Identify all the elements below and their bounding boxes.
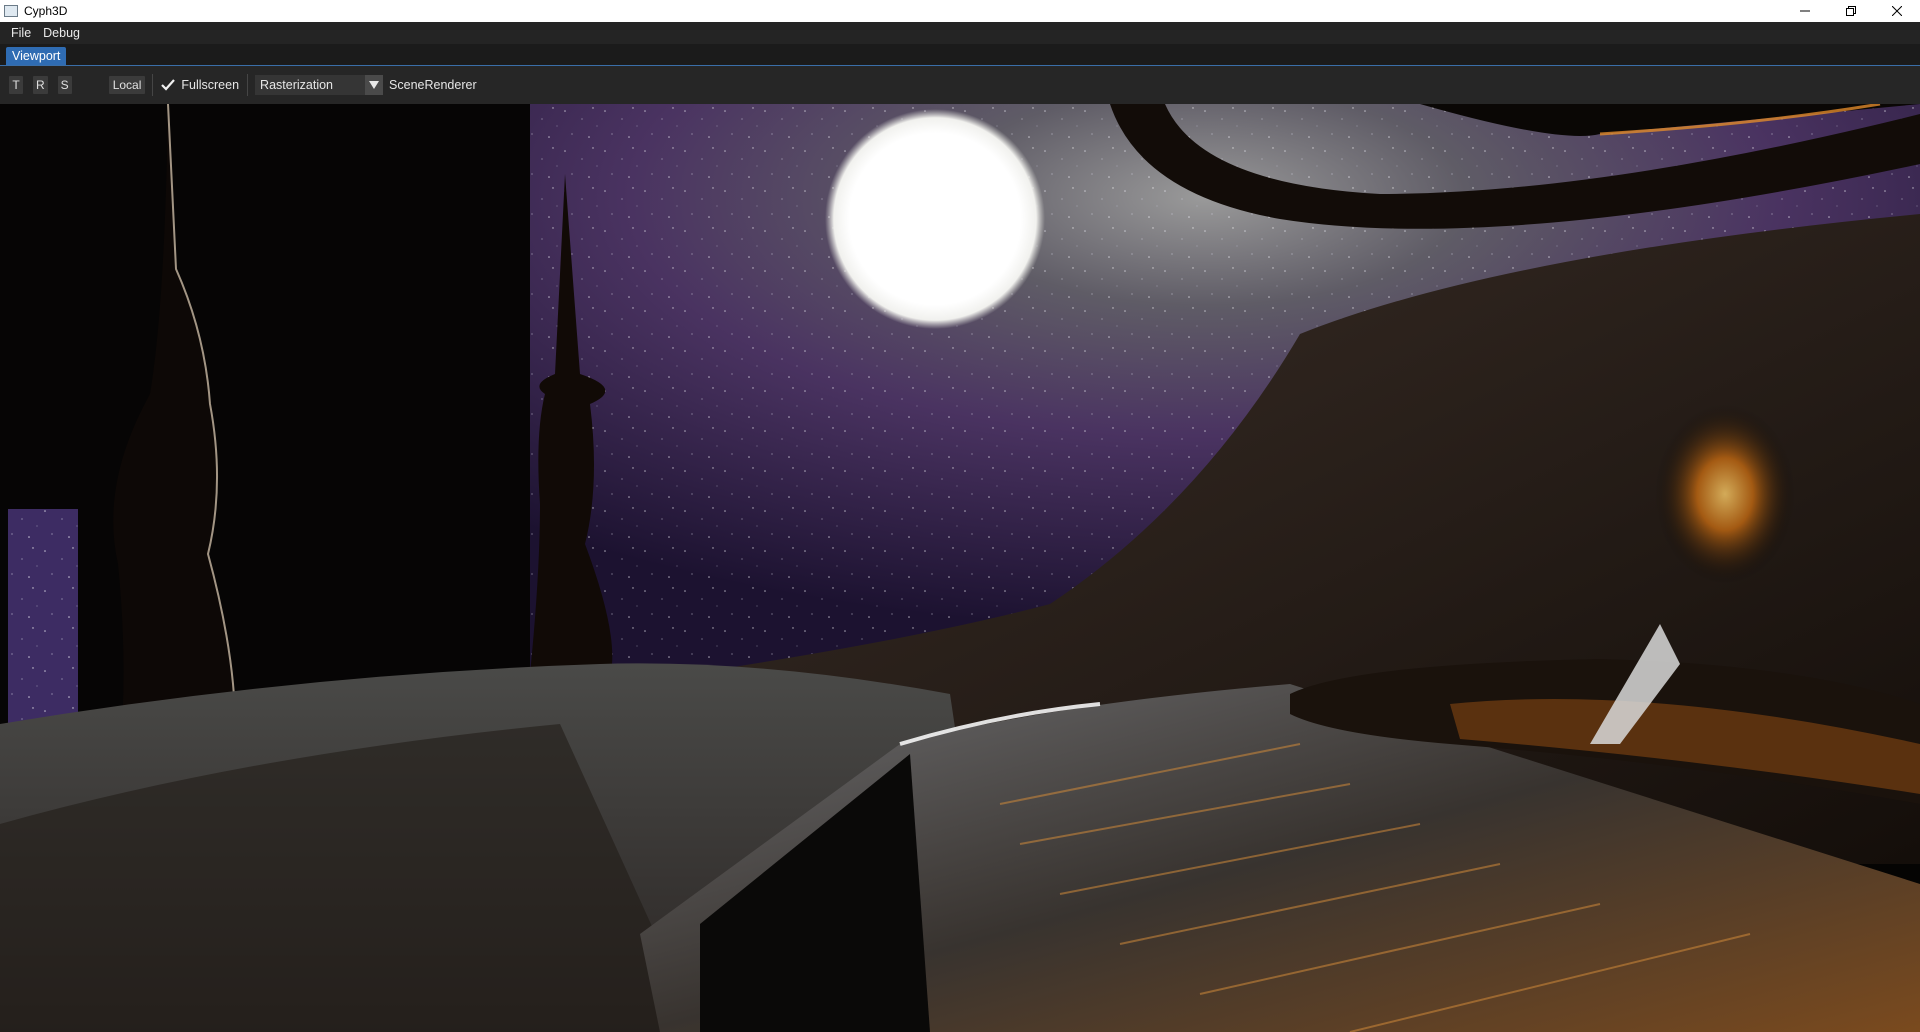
- fullscreen-label: Fullscreen: [181, 78, 240, 92]
- menu-debug[interactable]: Debug: [37, 26, 86, 40]
- local-space-button[interactable]: Local: [108, 76, 146, 94]
- toolbar-separator: [247, 74, 249, 96]
- viewport-toolbar: T R S Local Fullscreen Rasterization Sce…: [0, 66, 1920, 104]
- close-button[interactable]: [1874, 0, 1920, 22]
- renderer-select-value: Rasterization: [260, 78, 333, 92]
- tab-viewport[interactable]: Viewport: [6, 47, 67, 65]
- restore-icon: [1846, 6, 1856, 16]
- viewport-render[interactable]: [0, 104, 1920, 1032]
- toolbar-separator: [152, 74, 154, 96]
- menu-bar: File Debug: [0, 22, 1920, 44]
- renderer-select[interactable]: Rasterization: [255, 75, 384, 95]
- tab-bar: Viewport: [0, 44, 1920, 66]
- app-icon: [4, 5, 18, 17]
- scene-render-image: [0, 104, 1920, 1032]
- chevron-down-icon[interactable]: [365, 75, 384, 95]
- translate-mode-button[interactable]: T: [9, 76, 23, 94]
- restore-button[interactable]: [1828, 0, 1874, 22]
- scale-mode-button[interactable]: S: [57, 76, 72, 94]
- fullscreen-checkbox[interactable]: [160, 77, 176, 93]
- rotate-mode-button[interactable]: R: [33, 76, 48, 94]
- minimize-icon: [1800, 10, 1810, 12]
- minimize-button[interactable]: [1782, 0, 1828, 22]
- checkmark-icon: [161, 79, 176, 91]
- renderer-label: SceneRenderer: [389, 78, 477, 92]
- window-controls: [1782, 0, 1920, 22]
- window-title: Cyph3D: [24, 4, 68, 18]
- close-icon: [1892, 6, 1902, 16]
- menu-file[interactable]: File: [5, 26, 37, 40]
- title-bar: Cyph3D: [0, 0, 1920, 22]
